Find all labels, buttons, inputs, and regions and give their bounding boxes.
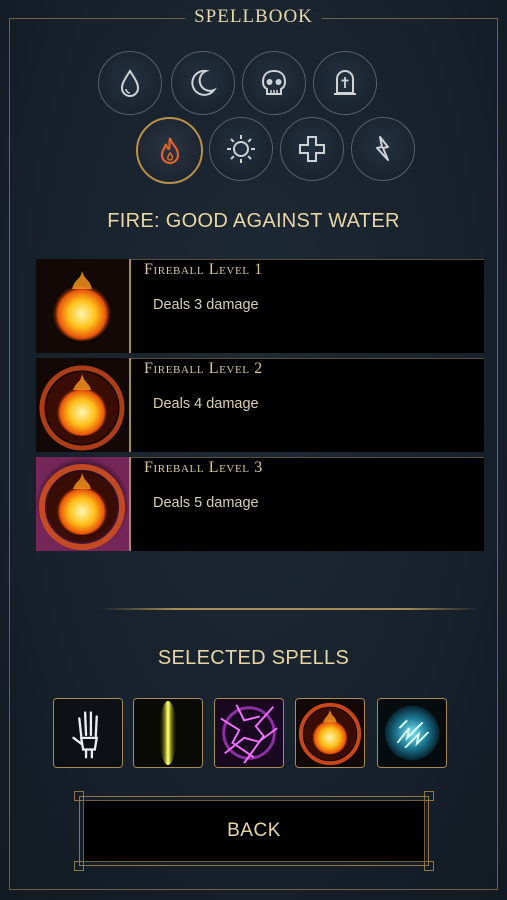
moon-icon (191, 69, 217, 96)
selected-spell-slot-4[interactable] (295, 698, 365, 768)
spell-topline (131, 358, 484, 359)
cross-icon (299, 136, 325, 162)
category-lightning-button[interactable] (351, 117, 415, 181)
spell-description: Deals 5 damage (153, 495, 259, 511)
category-water-button[interactable] (98, 51, 162, 115)
selected-spell-slot-1[interactable] (53, 698, 123, 768)
page-title: SPELLBOOK (194, 6, 313, 27)
lightning-icon (376, 136, 389, 161)
skeleton-hand-icon (54, 699, 122, 767)
category-tombstone-button[interactable] (313, 51, 377, 115)
sun-icon (227, 135, 255, 163)
spell-topline (131, 457, 484, 458)
selected-spell-slot-3[interactable] (214, 698, 284, 768)
category-fire-button[interactable] (136, 117, 203, 184)
spell-name: Fireball Level 2 (144, 360, 263, 377)
ice-orb-icon (378, 699, 446, 767)
category-moon-button[interactable] (171, 51, 235, 115)
fireball-charged-icon (36, 457, 129, 551)
spell-divider (129, 358, 131, 452)
purple-lightning-icon (215, 699, 283, 767)
corner-ornament (74, 861, 84, 871)
category-sun-button[interactable] (209, 117, 273, 181)
tombstone-icon (334, 70, 356, 95)
selected-spell-slot-2[interactable] (133, 698, 203, 768)
spell-name: Fireball Level 1 (144, 261, 263, 278)
fireball-ringed-icon (296, 699, 364, 767)
category-heading: FIRE: GOOD AGAINST WATER (107, 210, 400, 232)
spell-row[interactable]: Fireball Level 2 Deals 4 damage (36, 358, 484, 452)
selected-spell-slot-5[interactable] (377, 698, 447, 768)
spell-name: Fireball Level 3 (144, 459, 263, 476)
fireball-ringed-icon (36, 358, 129, 452)
corner-ornament (424, 861, 434, 871)
selected-spells-heading: SELECTED SPELLS (157, 647, 350, 669)
spell-row[interactable]: Fireball Level 1 Deals 3 damage (36, 259, 484, 353)
water-drop-icon (120, 69, 140, 97)
category-heal-button[interactable] (280, 117, 344, 181)
corner-ornament (424, 791, 434, 801)
section-divider (100, 608, 480, 610)
spell-divider (129, 259, 131, 353)
spell-row[interactable]: Fireball Level 3 Deals 5 damage (36, 457, 484, 551)
category-skull-button[interactable] (242, 51, 306, 115)
fireball-icon (36, 259, 129, 353)
light-beam-icon (134, 699, 202, 767)
skull-icon (261, 69, 287, 95)
back-button[interactable]: BACK (83, 800, 425, 862)
fire-icon (160, 137, 179, 164)
spell-description: Deals 4 damage (153, 396, 259, 412)
spell-description: Deals 3 damage (153, 297, 259, 313)
spell-topline (131, 259, 484, 260)
spell-divider (129, 457, 131, 551)
